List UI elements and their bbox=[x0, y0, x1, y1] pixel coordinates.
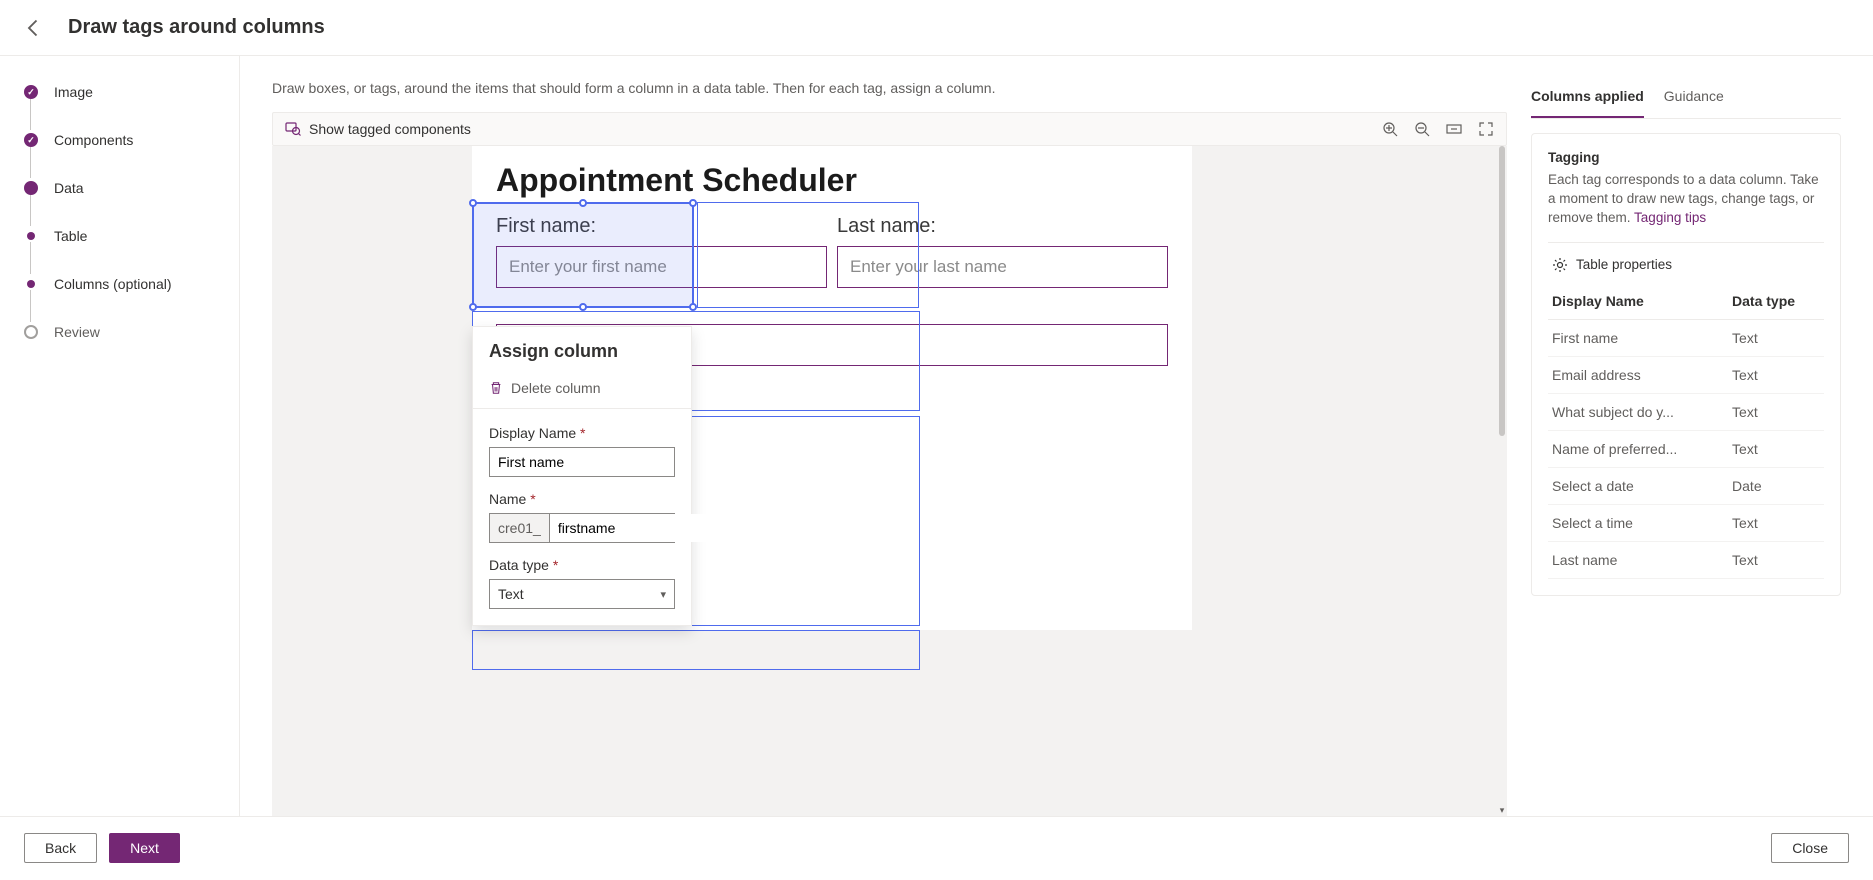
data-type-label: Data type * bbox=[489, 557, 675, 573]
col-header-display: Display Name bbox=[1548, 283, 1728, 320]
gear-icon bbox=[1552, 257, 1568, 273]
row-display-name: Email address bbox=[1548, 356, 1728, 393]
columns-table: Display Name Data type First nameTextEma… bbox=[1548, 283, 1824, 579]
tag-tutor[interactable] bbox=[472, 630, 920, 670]
close-button[interactable]: Close bbox=[1771, 833, 1849, 863]
guidance-card: Tagging Each tag corresponds to a data c… bbox=[1531, 133, 1841, 596]
row-data-type: Text bbox=[1728, 504, 1824, 541]
step-dot-icon bbox=[27, 232, 35, 240]
fit-width-icon[interactable] bbox=[1446, 121, 1462, 137]
table-row[interactable]: Last nameText bbox=[1548, 541, 1824, 578]
canvas-column: Draw boxes, or tags, around the items th… bbox=[272, 80, 1507, 816]
chevron-down-icon: ▾ bbox=[660, 588, 666, 601]
table-properties-label: Table properties bbox=[1576, 257, 1672, 272]
tab-columns-applied[interactable]: Columns applied bbox=[1531, 80, 1644, 118]
step-label: Review bbox=[54, 324, 100, 340]
instruction-text: Draw boxes, or tags, around the items th… bbox=[272, 80, 1507, 96]
fullscreen-icon[interactable] bbox=[1478, 121, 1494, 137]
row-data-type: Text bbox=[1728, 541, 1824, 578]
trash-icon bbox=[489, 381, 503, 395]
design-canvas[interactable]: Appointment Scheduler First name: Enter … bbox=[272, 146, 1507, 816]
table-row[interactable]: What subject do y...Text bbox=[1548, 393, 1824, 430]
step-dot-icon bbox=[24, 325, 38, 339]
step-dot-icon bbox=[24, 85, 38, 99]
guidance-title: Tagging bbox=[1548, 150, 1824, 165]
delete-column-label: Delete column bbox=[511, 380, 601, 396]
step-label: Components bbox=[54, 132, 133, 148]
mock-form-title: Appointment Scheduler bbox=[496, 162, 1168, 199]
zoom-in-icon[interactable] bbox=[1382, 121, 1398, 137]
wizard-footer: Back Next Close bbox=[0, 816, 1873, 879]
logical-name-input[interactable] bbox=[550, 514, 747, 542]
display-name-label: Display Name * bbox=[489, 425, 675, 441]
right-tabs: Columns applied Guidance bbox=[1531, 80, 1841, 119]
row-data-type: Text bbox=[1728, 393, 1824, 430]
row-data-type: Text bbox=[1728, 319, 1824, 356]
row-data-type: Date bbox=[1728, 467, 1824, 504]
canvas-tools bbox=[1382, 121, 1494, 137]
step-dot-icon bbox=[24, 181, 38, 195]
wizard-sidebar: Image Components Data Table Columns (opt… bbox=[0, 56, 240, 816]
step-dot-icon bbox=[24, 133, 38, 147]
step-label: Columns (optional) bbox=[54, 276, 172, 292]
page-title: Draw tags around columns bbox=[68, 16, 325, 39]
row-data-type: Text bbox=[1728, 356, 1824, 393]
content-area: Draw boxes, or tags, around the items th… bbox=[240, 56, 1873, 816]
table-row[interactable]: Name of preferred...Text bbox=[1548, 430, 1824, 467]
popover-title: Assign column bbox=[473, 327, 691, 376]
step-data[interactable]: Data bbox=[24, 180, 215, 196]
logical-name-label: Name * bbox=[489, 491, 675, 507]
main-layout: Image Components Data Table Columns (opt… bbox=[0, 56, 1873, 816]
table-properties-header[interactable]: Table properties bbox=[1548, 242, 1824, 283]
row-display-name: Name of preferred... bbox=[1548, 430, 1728, 467]
canvas-scrollbar[interactable]: ▴ ▾ bbox=[1497, 146, 1507, 816]
row-display-name: What subject do y... bbox=[1548, 393, 1728, 430]
tagging-tips-link[interactable]: Tagging tips bbox=[1634, 210, 1706, 225]
back-arrow-icon[interactable] bbox=[24, 18, 44, 38]
display-name-input[interactable] bbox=[489, 447, 675, 477]
scrollbar-thumb[interactable] bbox=[1499, 146, 1505, 436]
canvas-toolbar: Show tagged components bbox=[272, 112, 1507, 146]
show-tagged-label: Show tagged components bbox=[309, 121, 471, 137]
delete-column-button[interactable]: Delete column bbox=[473, 376, 691, 409]
step-dot-icon bbox=[27, 280, 35, 288]
table-row[interactable]: Select a dateDate bbox=[1548, 467, 1824, 504]
tag-last-name[interactable] bbox=[697, 202, 919, 308]
table-row[interactable]: First nameText bbox=[1548, 319, 1824, 356]
step-label: Image bbox=[54, 84, 93, 100]
scroll-down-icon[interactable]: ▾ bbox=[1497, 805, 1507, 816]
row-display-name: Select a date bbox=[1548, 467, 1728, 504]
tab-guidance[interactable]: Guidance bbox=[1664, 80, 1724, 118]
step-label: Data bbox=[54, 180, 84, 196]
tag-components-icon bbox=[285, 121, 301, 137]
table-row[interactable]: Select a timeText bbox=[1548, 504, 1824, 541]
row-display-name: Select a time bbox=[1548, 504, 1728, 541]
data-type-value: Text bbox=[498, 586, 524, 602]
table-row[interactable]: Email addressText bbox=[1548, 356, 1824, 393]
stepper: Image Components Data Table Columns (opt… bbox=[24, 84, 215, 340]
tag-first-name[interactable] bbox=[472, 202, 694, 308]
name-prefix: cre01_ bbox=[490, 514, 550, 542]
step-table[interactable]: Table bbox=[24, 228, 215, 244]
col-header-type: Data type bbox=[1728, 283, 1824, 320]
data-type-select[interactable]: Text ▾ bbox=[489, 579, 675, 609]
zoom-out-icon[interactable] bbox=[1414, 121, 1430, 137]
row-display-name: First name bbox=[1548, 319, 1728, 356]
step-review[interactable]: Review bbox=[24, 324, 215, 340]
show-tagged-toggle[interactable]: Show tagged components bbox=[285, 121, 471, 137]
back-button[interactable]: Back bbox=[24, 833, 97, 863]
logical-name-input-wrap: cre01_ bbox=[489, 513, 675, 543]
page-header: Draw tags around columns bbox=[0, 0, 1873, 56]
step-label: Table bbox=[54, 228, 87, 244]
row-display-name: Last name bbox=[1548, 541, 1728, 578]
step-columns[interactable]: Columns (optional) bbox=[24, 276, 215, 292]
step-image[interactable]: Image bbox=[24, 84, 215, 100]
next-button[interactable]: Next bbox=[109, 833, 180, 863]
assign-column-popover: Assign column Delete column Display Name… bbox=[472, 326, 692, 626]
step-components[interactable]: Components bbox=[24, 132, 215, 148]
row-data-type: Text bbox=[1728, 430, 1824, 467]
right-panel: Columns applied Guidance Tagging Each ta… bbox=[1531, 80, 1841, 816]
